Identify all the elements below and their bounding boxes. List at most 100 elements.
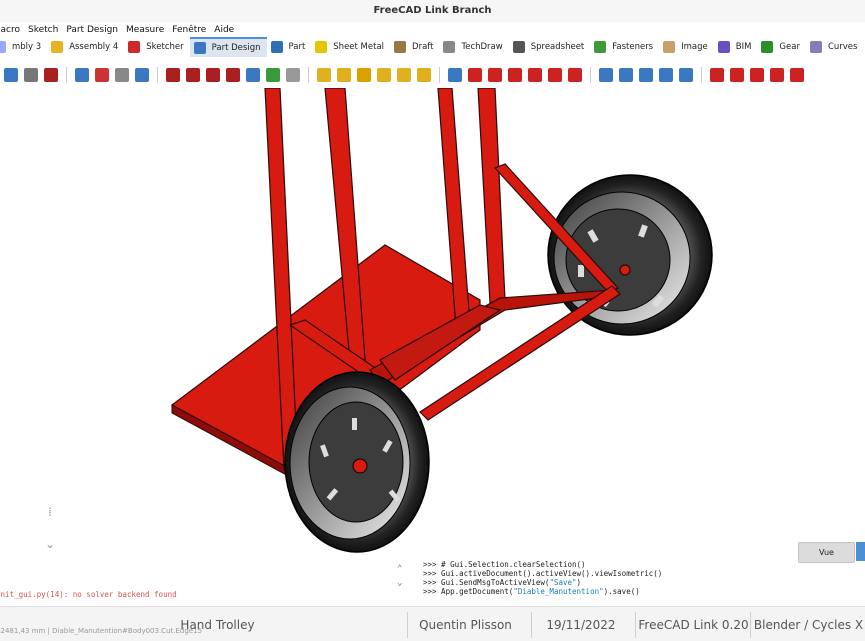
console-line: >>> Gui.SendMsgToActiveView("Save")	[423, 578, 582, 587]
toolbar-tool-icon[interactable]	[337, 68, 351, 82]
workbench-label: Draft	[412, 42, 434, 52]
credit-software: FreeCAD Link 0.20	[635, 612, 751, 638]
toolbar-tool-icon[interactable]	[568, 68, 582, 82]
python-console[interactable]: ⌃ ⌄ >>> # Gui.Selection.clearSelection() …	[395, 560, 715, 600]
workbench-tab-spreadsheet[interactable]: Spreadsheet	[509, 37, 591, 57]
toolbar-tool-icon[interactable]	[508, 68, 522, 82]
sketcher-icon	[128, 41, 141, 53]
toolbar-separator	[308, 67, 309, 83]
workbench-label: Sheet Metal	[333, 42, 385, 52]
console-line: >>> # Gui.Selection.clearSelection()	[423, 560, 586, 569]
bim-icon	[717, 41, 730, 53]
workbench-tab-part[interactable]: Part	[267, 37, 312, 57]
navigation-scroll-indicator[interactable]: ⁞ ⌄	[44, 505, 56, 565]
partdesign-icon	[193, 42, 206, 54]
toolbar-tool-icon[interactable]	[115, 68, 129, 82]
workbench-tab-bim[interactable]: BIM	[714, 37, 758, 57]
workbench-tab-assembly-4[interactable]: Assembly 4	[47, 37, 124, 57]
credit-project: Hand Trolley	[180, 618, 255, 632]
trolley-wheel-left	[284, 371, 430, 553]
toolbar-tool-icon[interactable]	[24, 68, 38, 82]
credit-author: Quentin Plisson	[407, 612, 523, 638]
part-design-toolbar	[4, 64, 865, 86]
toolbar-tool-icon[interactable]	[468, 68, 482, 82]
toolbar-tool-icon[interactable]	[317, 68, 331, 82]
3d-viewport[interactable]	[0, 88, 865, 558]
toolbar-tool-icon[interactable]	[448, 68, 462, 82]
workbench-tab-curves[interactable]: Curves	[806, 37, 864, 57]
toolbar-tool-icon[interactable]	[226, 68, 240, 82]
toolbar-tool-icon[interactable]	[770, 68, 784, 82]
toolbar-tool-icon[interactable]	[679, 68, 693, 82]
workbench-label: Assembly 4	[69, 42, 119, 52]
workbench-label: Image	[681, 42, 708, 52]
toolbar-tool-icon[interactable]	[639, 68, 653, 82]
toolbar-tool-icon[interactable]	[135, 68, 149, 82]
report-view-message: init_gui.py(14): no solver backend found	[0, 590, 177, 599]
toolbar-tool-icon[interactable]	[548, 68, 562, 82]
workbench-label: Gear	[779, 42, 800, 52]
fasteners-icon	[594, 41, 607, 53]
menu-macro[interactable]: lacro	[0, 25, 24, 35]
toolbar-tool-icon[interactable]	[417, 68, 431, 82]
workbench-tab-sheet-metal[interactable]: Sheet Metal	[311, 37, 390, 57]
menu-measure[interactable]: Measure	[122, 25, 168, 35]
draft-icon	[394, 41, 407, 53]
toolbar-separator	[439, 67, 440, 83]
workbench-tab-draft[interactable]: Draft	[390, 37, 439, 57]
workbench-tab-gear[interactable]: Gear	[757, 37, 806, 57]
toolbar-tool-icon[interactable]	[246, 68, 260, 82]
workbench-label: Curves	[827, 42, 858, 52]
toolbar-tool-icon[interactable]	[44, 68, 58, 82]
toolbar-tool-icon[interactable]	[377, 68, 391, 82]
view-tab-edge[interactable]	[856, 542, 865, 561]
toolbar-tool-icon[interactable]	[286, 68, 300, 82]
spreadsheet-icon	[512, 41, 525, 53]
menu-help[interactable]: Aide	[210, 25, 238, 35]
workbench-label: Sketcher	[146, 42, 184, 52]
trolley-wheel-right	[547, 174, 713, 336]
menubar: lacro Sketch Part Design Measure Fenêtre…	[0, 22, 865, 37]
workbench-tab-sketcher[interactable]: Sketcher	[124, 37, 189, 57]
toolbar-tool-icon[interactable]	[488, 68, 502, 82]
gear-icon	[761, 41, 774, 53]
window-title: FreeCAD Link Branch	[0, 0, 865, 22]
toolbar-tool-icon[interactable]	[75, 68, 89, 82]
menu-window[interactable]: Fenêtre	[168, 25, 210, 35]
assembly4-icon	[51, 41, 64, 53]
image-icon	[663, 41, 676, 53]
toolbar-tool-icon[interactable]	[357, 68, 371, 82]
toolbar-tool-icon[interactable]	[750, 68, 764, 82]
toolbar-tool-icon[interactable]	[730, 68, 744, 82]
assembly3-icon	[0, 41, 6, 53]
toolbar-tool-icon[interactable]	[599, 68, 613, 82]
toolbar-tool-icon[interactable]	[790, 68, 804, 82]
toolbar-tool-icon[interactable]	[166, 68, 180, 82]
toolbar-tool-icon[interactable]	[4, 68, 18, 82]
techdraw-icon	[443, 41, 456, 53]
workbench-tab-fasteners[interactable]: Fasteners	[590, 37, 659, 57]
workbench-tab-part-design[interactable]: Part Design	[189, 37, 267, 57]
view-button[interactable]: Vue	[798, 542, 855, 563]
workbench-tabs: mbly 3 Assembly 4 Sketcher Part Design Part S…	[0, 37, 863, 57]
toolbar-tool-icon[interactable]	[397, 68, 411, 82]
toolbar-tool-icon[interactable]	[619, 68, 633, 82]
toolbar-separator	[701, 67, 702, 83]
menu-part-design[interactable]: Part Design	[62, 25, 122, 35]
toolbar-tool-icon[interactable]	[95, 68, 109, 82]
toolbar-tool-icon[interactable]	[528, 68, 542, 82]
workbench-label: BIM	[735, 42, 752, 52]
workbench-tab-image[interactable]: Image	[659, 37, 714, 57]
toolbar-tool-icon[interactable]	[186, 68, 200, 82]
toolbar-tool-icon[interactable]	[266, 68, 280, 82]
toolbar-separator	[590, 67, 591, 83]
workbench-tab-mbly-3[interactable]: mbly 3	[0, 37, 47, 57]
workbench-label: TechDraw	[461, 42, 503, 52]
credit-renderer: Blender / Cycles X	[750, 612, 865, 638]
toolbar-tool-icon[interactable]	[710, 68, 724, 82]
workbench-tab-techdraw[interactable]: TechDraw	[439, 37, 508, 57]
console-scroll-arrows[interactable]: ⌃ ⌄	[397, 562, 402, 590]
menu-sketch[interactable]: Sketch	[24, 25, 62, 35]
toolbar-tool-icon[interactable]	[206, 68, 220, 82]
toolbar-tool-icon[interactable]	[659, 68, 673, 82]
